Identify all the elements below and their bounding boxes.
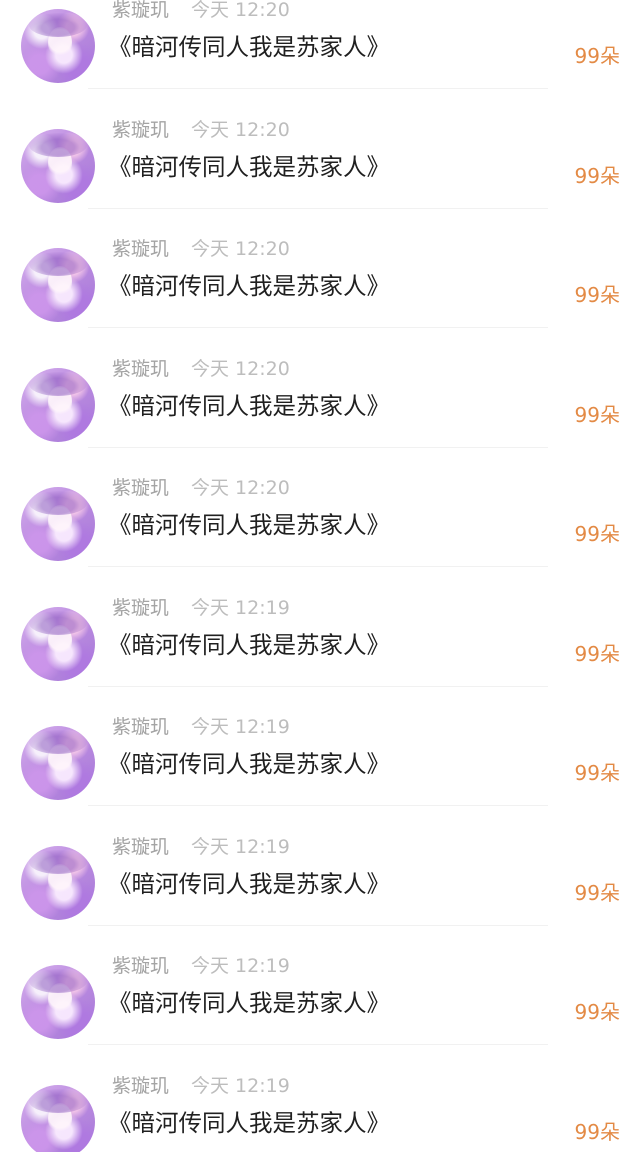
- book-title: 《暗河传同人我是苏家人》: [108, 869, 390, 898]
- username[interactable]: 紫璇玑: [112, 837, 169, 857]
- gift-record-item[interactable]: 紫璇玑 今天 12:19 《暗河传同人我是苏家人》 99朵: [0, 1076, 640, 1152]
- username[interactable]: 紫璇玑: [112, 239, 169, 259]
- gift-record-item[interactable]: 紫璇玑 今天 12:20 《暗河传同人我是苏家人》 99朵: [0, 239, 640, 359]
- avatar[interactable]: [21, 367, 95, 442]
- book-title: 《暗河传同人我是苏家人》: [108, 33, 390, 61]
- gift-record-item[interactable]: 紫璇玑 今天 12:19 《暗河传同人我是苏家人》 99朵: [0, 837, 640, 957]
- divider: [88, 88, 548, 89]
- book-title: 《暗河传同人我是苏家人》: [108, 750, 390, 778]
- flower-count: 99朵: [574, 880, 620, 905]
- username[interactable]: 紫璇玑: [112, 0, 169, 20]
- divider: [88, 805, 548, 806]
- avatar[interactable]: [21, 9, 95, 83]
- flower-count: 99朵: [574, 522, 620, 546]
- gift-record-item[interactable]: 紫璇玑 今天 12:19 《暗河传同人我是苏家人》 99朵: [0, 598, 640, 718]
- flower-count: 99朵: [574, 1000, 620, 1024]
- timestamp: 今天 12:19: [191, 835, 290, 858]
- timestamp: 今天 12:20: [191, 118, 290, 141]
- timestamp: 今天 12:19: [191, 955, 290, 977]
- flower-count: 99朵: [574, 1119, 620, 1144]
- timestamp: 今天 12:20: [191, 477, 290, 499]
- flower-count: 99朵: [574, 641, 620, 666]
- avatar[interactable]: [21, 128, 95, 203]
- flower-count: 99朵: [574, 44, 620, 68]
- gift-record-item[interactable]: 紫璇玑 今天 12:20 《暗河传同人我是苏家人》 99朵: [0, 0, 640, 120]
- timestamp: 今天 12:19: [191, 596, 290, 619]
- avatar[interactable]: [21, 248, 95, 322]
- book-title: 《暗河传同人我是苏家人》: [108, 152, 390, 181]
- book-title: 《暗河传同人我是苏家人》: [108, 989, 390, 1017]
- divider: [88, 207, 548, 209]
- timestamp: 今天 12:20: [191, 0, 290, 21]
- divider: [88, 685, 548, 687]
- timestamp: 今天 12:20: [191, 238, 290, 260]
- gift-record-item[interactable]: 紫璇玑 今天 12:20 《暗河传同人我是苏家人》 99朵: [0, 120, 640, 240]
- divider: [88, 446, 548, 448]
- divider: [88, 924, 548, 926]
- username[interactable]: 紫璇玑: [112, 120, 169, 140]
- timestamp: 今天 12:19: [191, 1074, 290, 1097]
- timestamp: 今天 12:20: [191, 357, 290, 380]
- gift-record-item[interactable]: 紫璇玑 今天 12:20 《暗河传同人我是苏家人》 99朵: [0, 359, 640, 479]
- gift-record-item[interactable]: 紫璇玑 今天 12:20 《暗河传同人我是苏家人》 99朵: [0, 478, 640, 598]
- avatar[interactable]: [21, 606, 95, 681]
- gift-record-list: 紫璇玑 今天 12:20 《暗河传同人我是苏家人》 99朵 紫璇玑 今天 12:…: [0, 0, 640, 1152]
- username[interactable]: 紫璇玑: [112, 478, 169, 498]
- book-title: 《暗河传同人我是苏家人》: [108, 511, 390, 539]
- gift-record-item[interactable]: 紫璇玑 今天 12:19 《暗河传同人我是苏家人》 99朵: [0, 956, 640, 1076]
- timestamp: 今天 12:19: [191, 716, 290, 738]
- book-title: 《暗河传同人我是苏家人》: [108, 1108, 390, 1137]
- divider: [88, 327, 548, 328]
- flower-count: 99朵: [574, 163, 620, 188]
- avatar[interactable]: [21, 1084, 95, 1152]
- username[interactable]: 紫璇玑: [112, 956, 169, 976]
- flower-count: 99朵: [574, 283, 620, 307]
- book-title: 《暗河传同人我是苏家人》: [108, 391, 390, 420]
- flower-count: 99朵: [574, 402, 620, 427]
- gift-record-item[interactable]: 紫璇玑 今天 12:19 《暗河传同人我是苏家人》 99朵: [0, 717, 640, 837]
- username[interactable]: 紫璇玑: [112, 598, 169, 618]
- avatar[interactable]: [21, 726, 95, 800]
- divider: [88, 566, 548, 567]
- book-title: 《暗河传同人我是苏家人》: [108, 272, 390, 300]
- username[interactable]: 紫璇玑: [112, 1076, 169, 1096]
- avatar[interactable]: [21, 487, 95, 561]
- username[interactable]: 紫璇玑: [112, 717, 169, 737]
- divider: [88, 1044, 548, 1045]
- avatar[interactable]: [21, 965, 95, 1039]
- username[interactable]: 紫璇玑: [112, 359, 169, 379]
- flower-count: 99朵: [574, 761, 620, 785]
- book-title: 《暗河传同人我是苏家人》: [108, 630, 390, 659]
- avatar[interactable]: [21, 845, 95, 920]
